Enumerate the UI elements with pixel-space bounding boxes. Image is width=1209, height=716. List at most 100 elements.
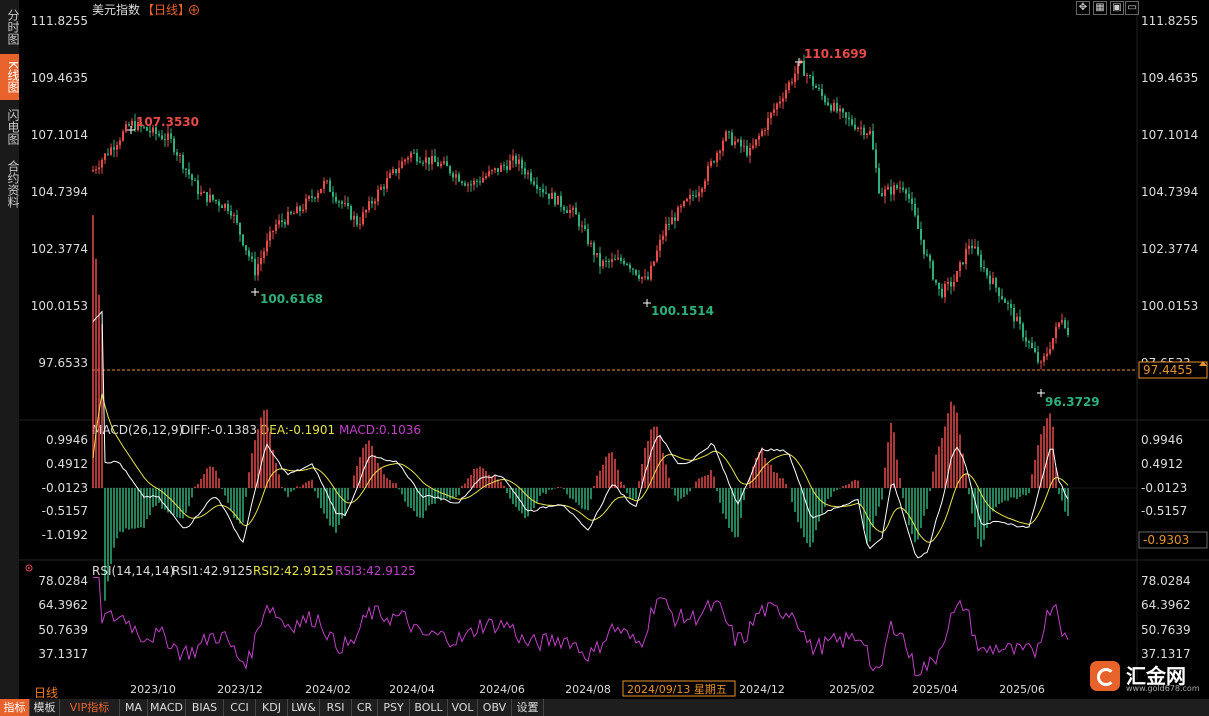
candle-body <box>914 203 916 216</box>
candle-body <box>611 259 613 262</box>
candle-body <box>245 245 247 251</box>
candle-body <box>497 168 499 172</box>
candle-body <box>179 154 181 156</box>
candle-body <box>377 189 379 202</box>
candle-body <box>890 186 892 195</box>
candle-body <box>233 214 235 216</box>
indicator-tab[interactable]: CCI <box>224 699 256 716</box>
candle-body <box>689 194 691 199</box>
indicator-tab[interactable]: BOLL <box>410 699 448 716</box>
candle-body <box>506 166 508 170</box>
logo-icon <box>1090 661 1120 691</box>
candle-body <box>509 160 511 170</box>
candle-body <box>824 95 826 103</box>
candle-body <box>482 178 484 183</box>
indicator-tab[interactable]: KDJ <box>256 699 288 716</box>
candle-body <box>995 278 997 288</box>
candle-body <box>791 82 793 84</box>
candle-body <box>479 181 481 183</box>
candle-body <box>965 248 967 265</box>
candle-body <box>608 260 610 262</box>
candle-body <box>653 261 655 266</box>
candle-body <box>563 206 565 211</box>
candle-body <box>662 235 664 240</box>
candle-body <box>527 172 529 175</box>
grid-icon[interactable]: ▦ <box>1093 1 1107 15</box>
candle-body <box>296 206 298 214</box>
candle-body <box>692 194 694 196</box>
candle-body <box>116 145 118 150</box>
price-tick-left: 100.0153 <box>31 299 88 313</box>
candle-body <box>533 181 535 185</box>
rsi1-value: RSI1:42.9125 <box>172 564 253 578</box>
candle-body <box>584 225 586 229</box>
candle-body <box>650 265 652 280</box>
candle-body <box>806 75 808 77</box>
indicator-tab[interactable]: PSY <box>378 699 410 716</box>
candle-body <box>548 193 550 199</box>
indicator-tab[interactable]: LW& <box>288 699 320 716</box>
indicator-tab[interactable]: VOL <box>448 699 478 716</box>
candle-body <box>770 112 772 119</box>
indicator-tab[interactable]: BIAS <box>186 699 224 716</box>
candle-body <box>176 152 178 156</box>
indicator-tab[interactable]: MACD <box>148 699 186 716</box>
circle-plus-icon[interactable] <box>189 5 199 15</box>
indicator-tab[interactable]: RSI <box>320 699 352 716</box>
move-icon[interactable]: ✥ <box>1076 1 1090 15</box>
candle-body <box>917 215 919 229</box>
candle-body <box>98 167 100 170</box>
candle-body <box>686 198 688 202</box>
x-axis-label: 2025/06 <box>999 683 1045 696</box>
candle-body <box>929 255 931 262</box>
candle-body <box>122 131 124 141</box>
indicator-tab[interactable]: OBV <box>478 699 512 716</box>
candle-body <box>281 220 283 222</box>
indicator-tab[interactable]: 模板 <box>30 699 60 716</box>
candle-body <box>272 230 274 232</box>
indicator-tab[interactable]: 设置 <box>512 699 544 716</box>
candle-body <box>923 239 925 255</box>
svg-text:107.3530: 107.3530 <box>136 115 199 129</box>
candle-body <box>581 225 583 227</box>
candle-body <box>329 180 331 192</box>
candle-body <box>224 203 226 209</box>
settings-dot-icon[interactable] <box>25 564 33 572</box>
logo: 汇金网 www.gold678.com <box>1088 658 1200 696</box>
indicator-tab[interactable]: MA <box>120 699 148 716</box>
candlestick-series <box>92 54 1069 370</box>
candle-body <box>1022 323 1024 338</box>
close-icon[interactable]: ▭ <box>1125 1 1139 15</box>
candle-body <box>1028 341 1030 343</box>
x-axis-label: 2023/10 <box>130 683 176 696</box>
candle-body <box>731 132 733 145</box>
candle-body <box>410 152 412 158</box>
candle-body <box>455 174 457 178</box>
candle-body <box>1031 342 1033 348</box>
chart-area[interactable]: 美元指数 【日线】 111.8255 111.8255 109.4635 109.46… <box>0 0 1209 700</box>
candle-body <box>755 139 757 146</box>
candle-body <box>443 161 445 164</box>
candle-body <box>302 209 304 212</box>
candle-body <box>854 124 856 130</box>
candle-body <box>719 151 721 153</box>
candle-body <box>812 76 814 86</box>
candle-body <box>470 184 472 186</box>
candle-body <box>935 279 937 283</box>
indicator-tab[interactable]: VIP指标 <box>60 699 120 716</box>
candle-body <box>938 282 940 289</box>
indicator-tab[interactable]: 指标 <box>0 699 30 716</box>
candle-body <box>734 141 736 145</box>
candle-body <box>983 267 985 269</box>
candle-body <box>893 185 895 195</box>
candle-body <box>554 192 556 205</box>
svg-text:110.1699: 110.1699 <box>804 47 867 61</box>
candle-body <box>317 193 319 199</box>
restore-icon[interactable]: ▣ <box>1110 1 1124 15</box>
candle-body <box>749 148 751 156</box>
indicator-tab[interactable]: CR <box>352 699 378 716</box>
candle-body <box>875 149 877 168</box>
candle-body <box>845 112 847 118</box>
candle-body <box>107 153 109 155</box>
rsi-tick-right: 64.3962 <box>1141 598 1191 612</box>
